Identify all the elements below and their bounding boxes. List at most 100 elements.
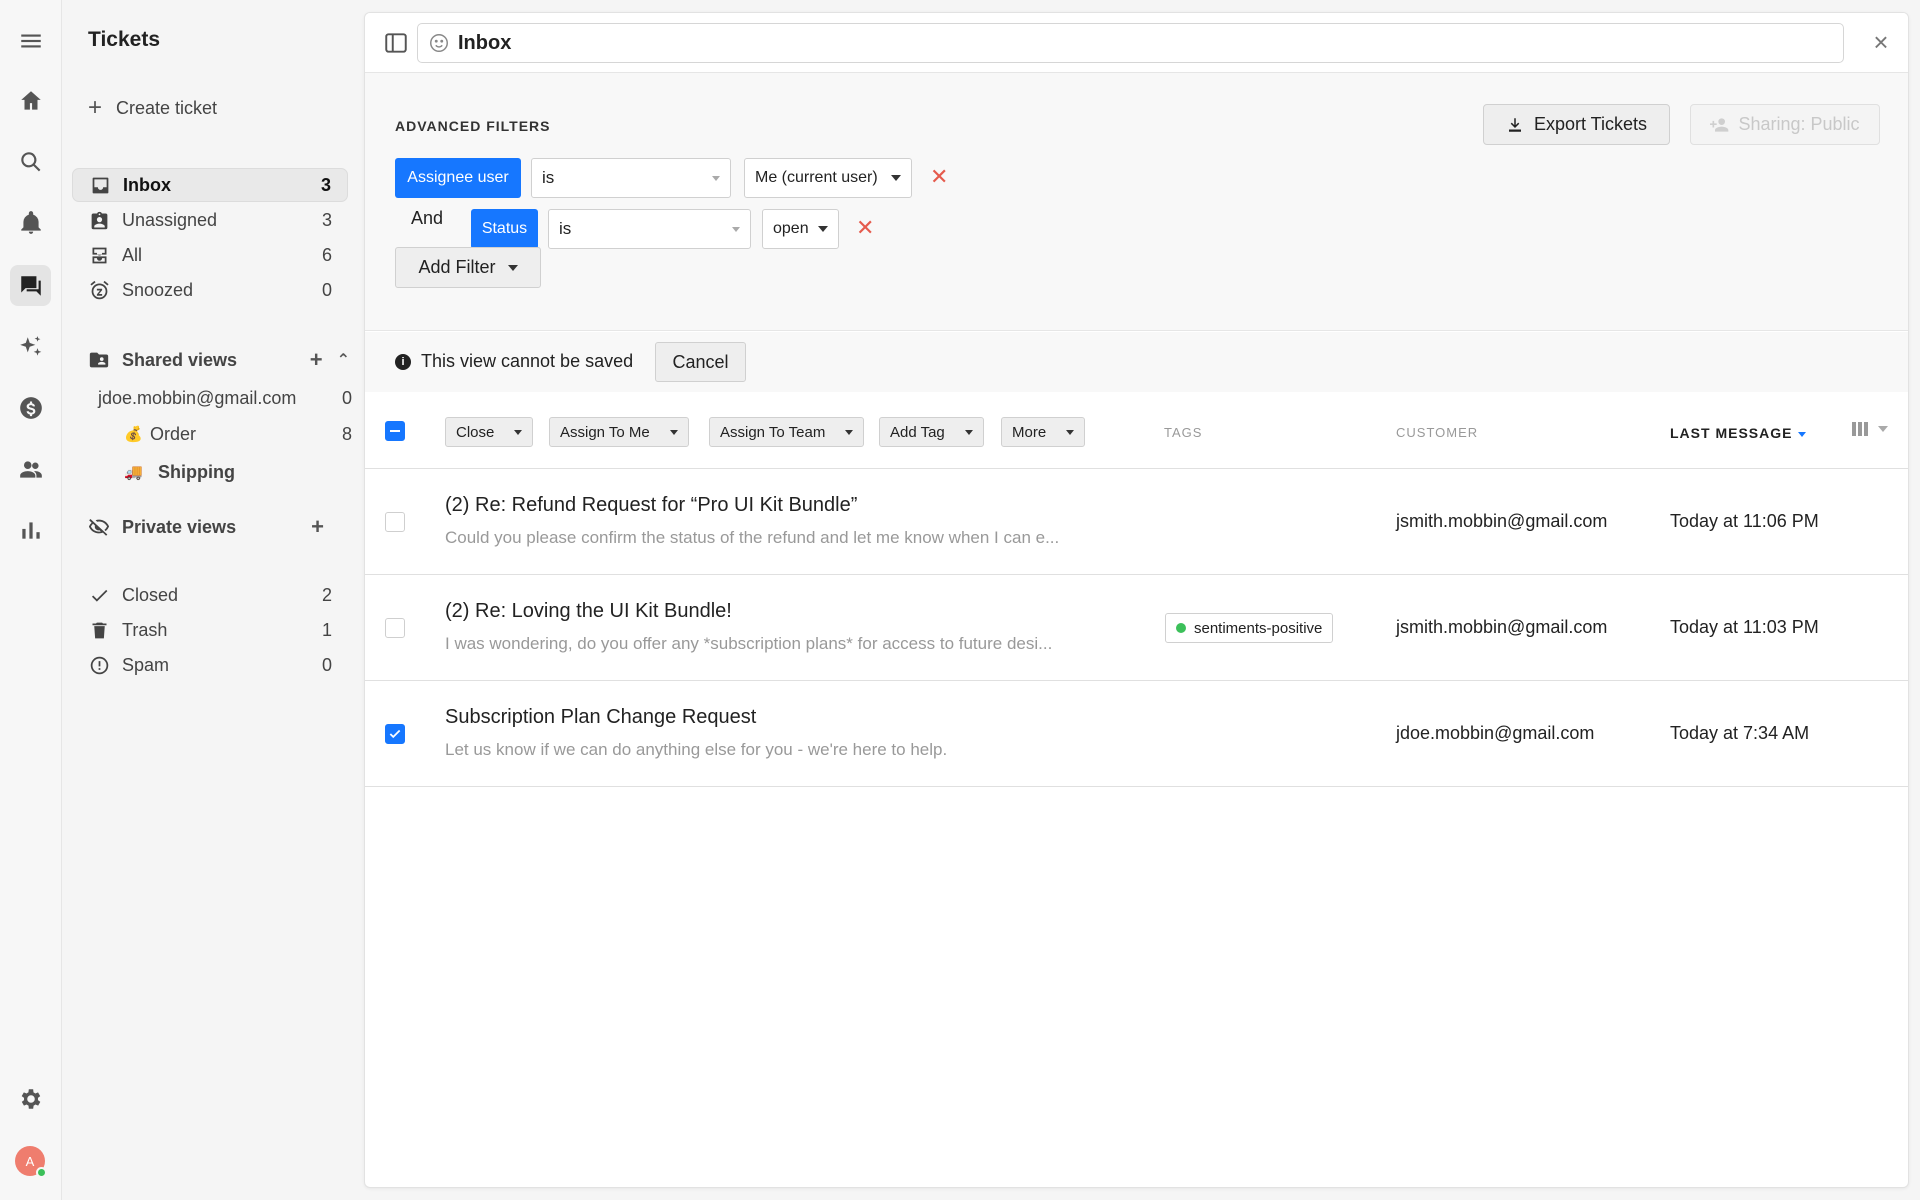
gear-icon[interactable]: [10, 1078, 51, 1119]
all-icon: [88, 244, 110, 266]
sharing-button[interactable]: Sharing: Public: [1690, 104, 1880, 145]
more-actions-button[interactable]: More: [1001, 417, 1086, 447]
bulk-action-label: Add Tag: [890, 423, 945, 441]
ticket-preview: Could you please confirm the status of t…: [445, 528, 1060, 547]
contacts-icon[interactable]: [10, 448, 51, 489]
assign-to-team-button[interactable]: Assign To Team: [709, 417, 865, 447]
ticket-customer: jsmith.mobbin@gmail.com: [1396, 617, 1608, 637]
sidebar-item-count: 0: [321, 279, 332, 300]
column-header-tags[interactable]: TAGS: [1164, 425, 1202, 440]
sidebar-toggle-icon[interactable]: [383, 30, 409, 56]
ticket-customer: jsmith.mobbin@gmail.com: [1396, 511, 1608, 531]
select-all-checkbox[interactable]: [385, 421, 405, 441]
filter-field-chip[interactable]: Assignee user: [395, 158, 521, 198]
row-checkbox[interactable]: [385, 618, 405, 638]
filter-value-select[interactable]: open: [762, 209, 839, 249]
add-private-view-plus-icon[interactable]: +: [311, 514, 324, 540]
filter-value-select[interactable]: Me (current user): [744, 158, 912, 198]
remove-filter-icon[interactable]: ✕: [856, 215, 874, 241]
shared-view-item[interactable]: 🚚 Shipping: [98, 456, 352, 488]
add-tag-button[interactable]: Add Tag: [879, 417, 984, 447]
export-tickets-button[interactable]: Export Tickets: [1483, 104, 1670, 145]
smiley-icon[interactable]: [428, 32, 450, 54]
create-ticket-button[interactable]: + Create ticket: [88, 96, 217, 120]
user-avatar[interactable]: A: [15, 1146, 47, 1178]
bulk-action-label: Assign To Me: [560, 423, 650, 441]
close-action-button[interactable]: Close: [445, 417, 534, 447]
sparkle-icon[interactable]: [10, 326, 51, 367]
billing-icon[interactable]: [10, 387, 51, 428]
view-title-field[interactable]: Inbox: [417, 23, 1844, 63]
private-views-header[interactable]: Private views +: [88, 512, 350, 542]
shared-views-header[interactable]: Shared views + ⌃: [88, 345, 350, 375]
sidebar-item-label: Unassigned: [122, 209, 218, 230]
filter-operator-value: is: [559, 219, 572, 238]
unsaved-view-bar: i This view cannot be saved Cancel: [365, 332, 1908, 392]
shared-view-item[interactable]: 💰 Order 8: [98, 418, 352, 450]
chevron-down-icon: [1878, 426, 1888, 432]
table-row[interactable]: Subscription Plan Change Request Let us …: [365, 682, 1908, 787]
column-header-last-message[interactable]: LAST MESSAGE: [1670, 425, 1807, 441]
sidebar-item-spam[interactable]: Spam 0: [72, 648, 348, 682]
reports-icon[interactable]: [10, 509, 51, 550]
table-row[interactable]: (2) Re: Refund Request for “Pro UI Kit B…: [365, 470, 1908, 575]
tag-badge[interactable]: sentiments-positive: [1165, 613, 1334, 643]
advanced-filters: ADVANCED FILTERS Export Tickets Sharing:…: [365, 73, 1908, 331]
filter-operator-select[interactable]: is: [531, 158, 731, 198]
remove-filter-icon[interactable]: ✕: [930, 164, 948, 190]
chevron-down-icon: [514, 429, 523, 435]
advanced-filters-label: ADVANCED FILTERS: [395, 118, 551, 134]
sidebar-item-unassigned[interactable]: Unassigned 3: [72, 203, 348, 237]
shared-view-count: 0: [341, 387, 352, 408]
column-header-customer[interactable]: CUSTOMER: [1396, 425, 1478, 440]
table-header: Close Assign To Me Assign To Team Add Ta…: [365, 392, 1908, 469]
ticket-subject[interactable]: (2) Re: Loving the UI Kit Bundle!: [445, 600, 732, 623]
sidebar-item-snoozed[interactable]: Snoozed 0: [72, 273, 348, 307]
column-settings-button[interactable]: [1852, 422, 1888, 436]
filter-value: open: [773, 220, 809, 237]
add-filter-button[interactable]: Add Filter: [395, 247, 541, 288]
sidebar-title: Tickets: [88, 28, 160, 51]
ticket-last-message: Today at 11:03 PM: [1670, 617, 1819, 637]
bulk-action-label: Close: [456, 423, 495, 441]
close-icon[interactable]: ×: [1868, 29, 1894, 55]
add-person-icon: [1710, 117, 1729, 132]
cancel-button[interactable]: Cancel: [655, 342, 746, 382]
row-checkbox[interactable]: [385, 512, 405, 532]
chevron-down-icon: [507, 264, 518, 271]
sidebar-item-closed[interactable]: Closed 2: [72, 578, 348, 612]
bulk-action-label: More: [1012, 423, 1047, 441]
sidebar-item-inbox[interactable]: Inbox 3: [72, 168, 348, 202]
tickets-icon[interactable]: [10, 265, 51, 306]
download-icon: [1508, 117, 1521, 132]
shared-view-item[interactable]: jdoe.mobbin@gmail.com 0: [98, 382, 352, 414]
bulk-action-label: Assign To Team: [720, 423, 826, 441]
sidebar-item-label: Spam: [122, 654, 170, 675]
unassigned-icon: [88, 209, 110, 231]
search-icon[interactable]: [10, 141, 51, 182]
row-checkbox[interactable]: [385, 724, 405, 744]
home-icon[interactable]: [10, 80, 51, 121]
column-header-label: LAST MESSAGE: [1670, 425, 1793, 441]
collapse-chevron-up-icon[interactable]: ⌃: [337, 350, 350, 370]
ticket-subject[interactable]: (2) Re: Refund Request for “Pro UI Kit B…: [445, 494, 857, 517]
tag-color-dot: [1176, 623, 1186, 633]
bell-icon[interactable]: [10, 202, 51, 243]
add-shared-view-plus-icon[interactable]: +: [310, 347, 323, 373]
panel-header: Inbox ×: [365, 13, 1908, 73]
private-views-label: Private views: [122, 516, 237, 537]
filter-operator-select[interactable]: is: [548, 209, 751, 249]
trash-icon: [88, 619, 110, 641]
sidebar-item-all[interactable]: All 6: [72, 238, 348, 272]
eye-off-icon: [88, 516, 110, 538]
menu-icon[interactable]: [10, 20, 51, 61]
spam-icon: [88, 654, 110, 676]
table-row[interactable]: (2) Re: Loving the UI Kit Bundle! I was …: [365, 576, 1908, 681]
sidebar-item-trash[interactable]: Trash 1: [72, 613, 348, 647]
chevron-down-icon: [818, 226, 828, 232]
ticket-subject[interactable]: Subscription Plan Change Request: [445, 706, 756, 729]
online-status-dot: [36, 1167, 47, 1178]
filter-field-chip[interactable]: Status: [471, 209, 538, 249]
assign-to-me-button[interactable]: Assign To Me: [549, 417, 689, 447]
chevron-down-icon: [669, 429, 678, 435]
